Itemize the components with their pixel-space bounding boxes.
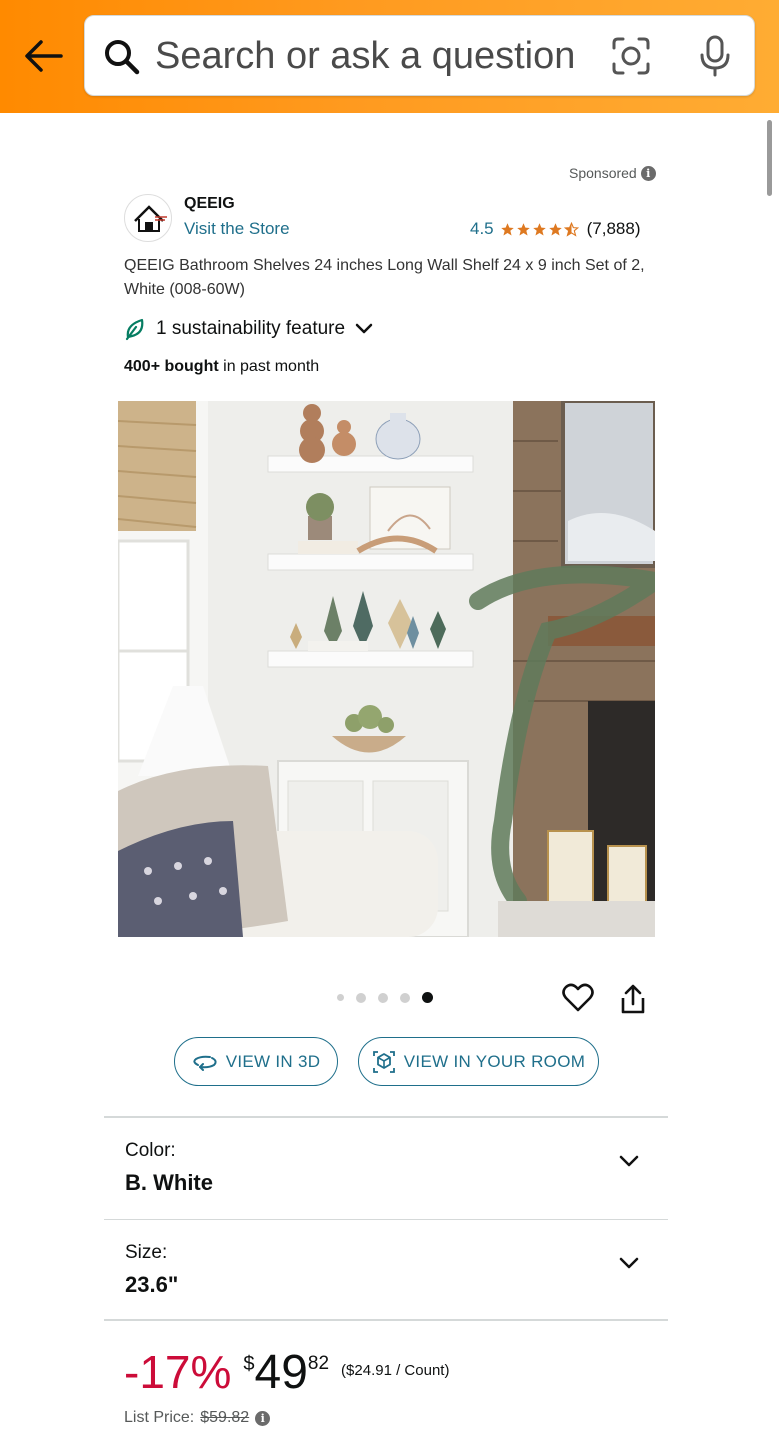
info-icon[interactable]: i (640, 165, 656, 181)
chevron-down-icon (619, 1155, 639, 1167)
sponsored-text: Sponsored (569, 165, 637, 181)
size-value: 23.6" (125, 1272, 179, 1297)
carousel-dot[interactable] (378, 992, 388, 1003)
bought-count-rest: in past month (218, 358, 320, 375)
carousel-dot[interactable] (337, 994, 344, 1001)
image-carousel-dots[interactable] (337, 992, 433, 1003)
ar-cube-icon (372, 1050, 395, 1073)
half-star-icon (563, 221, 579, 237)
sponsored-label[interactable]: Sponsored i (569, 165, 656, 181)
carousel-dot-active[interactable] (422, 992, 433, 1003)
brand-name[interactable]: QEEIG (184, 195, 235, 213)
share-icon (621, 984, 645, 1014)
rating-value: 4.5 (470, 219, 494, 238)
list-price-value: $59.82 (200, 1409, 250, 1426)
discount-percent: -17% (124, 1346, 232, 1398)
sustainability-feature-toggle[interactable]: 1 sustainability feature (124, 317, 373, 341)
star-rating (500, 221, 579, 237)
view-in-3d-button[interactable]: VIEW IN 3D (174, 1037, 338, 1086)
star-icon (500, 222, 514, 235)
star-icon (548, 222, 562, 235)
chevron-down-icon (619, 1257, 639, 1269)
price-currency: $ (243, 1353, 255, 1375)
product-photo-scene (118, 401, 655, 937)
back-arrow-icon (25, 40, 63, 72)
view-in-3d-label: VIEW IN 3D (225, 1051, 321, 1071)
heart-icon (562, 983, 594, 1012)
chevron-down-icon (355, 323, 373, 334)
star-icon (516, 222, 530, 235)
carousel-dot[interactable] (400, 992, 410, 1003)
view-in-your-room-button[interactable]: VIEW IN YOUR ROOM (358, 1037, 599, 1086)
back-button[interactable] (20, 36, 66, 76)
rotate-3d-icon (193, 1055, 217, 1071)
visit-store-link[interactable]: Visit the Store (184, 219, 290, 239)
camera-lens-icon[interactable] (611, 36, 651, 76)
search-icon (105, 40, 140, 75)
scrollbar[interactable] (767, 120, 772, 196)
review-count: (7,888) (586, 219, 641, 238)
leaf-icon (125, 318, 144, 341)
color-selector[interactable]: Color: B. White (104, 1118, 668, 1218)
view-in-your-room-label: VIEW IN YOUR ROOM (403, 1051, 586, 1071)
color-value: B. White (125, 1170, 213, 1195)
bought-count: 400+ bought in past month (124, 358, 319, 376)
list-price-label: List Price: (124, 1409, 195, 1426)
divider (104, 1319, 668, 1321)
product-title[interactable]: QEEIG Bathroom Shelves 24 inches Long Wa… (124, 254, 654, 302)
carousel-dot[interactable] (356, 992, 366, 1003)
product-image[interactable] (118, 401, 655, 937)
rating-summary[interactable]: 4.5 (7,888) (470, 219, 641, 239)
share-button[interactable] (620, 983, 646, 1015)
size-label: Size: (125, 1242, 168, 1263)
price-block: -17% $ 49 82 ($24.91 / Count) (124, 1345, 449, 1401)
size-selector[interactable]: Size: 23.6" (104, 1220, 668, 1320)
price-fraction: 82 (307, 1353, 330, 1374)
price-whole: 49 (254, 1346, 308, 1399)
info-icon[interactable]: i (255, 1410, 271, 1426)
star-icon (532, 222, 546, 235)
brand-logo[interactable] (124, 194, 172, 242)
wishlist-button[interactable] (562, 983, 594, 1013)
house-logo-icon (134, 205, 167, 232)
search-box[interactable] (84, 15, 755, 96)
sustainability-text: 1 sustainability feature (156, 318, 346, 339)
search-input[interactable] (155, 30, 605, 82)
color-label: Color: (125, 1140, 176, 1161)
unit-price: ($24.91 / Count) (341, 1362, 450, 1379)
top-search-bar (0, 0, 779, 113)
list-price: List Price: $59.82 i (124, 1409, 271, 1427)
bought-count-bold: 400+ bought (124, 358, 219, 375)
microphone-icon[interactable] (697, 34, 733, 78)
